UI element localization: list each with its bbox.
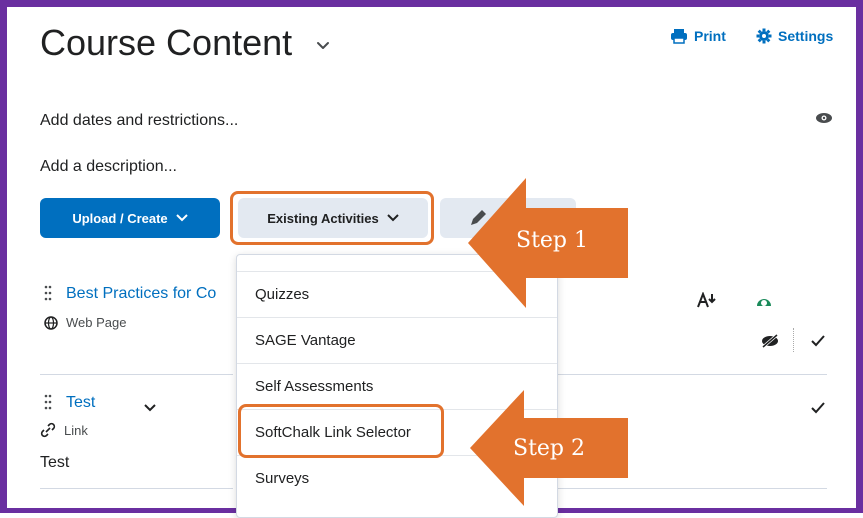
globe-icon <box>44 315 58 330</box>
content-item-title-1[interactable]: Best Practices for Co <box>66 285 216 303</box>
drag-handle-icon[interactable] <box>44 285 52 301</box>
gear-icon <box>756 28 772 44</box>
add-dates-link[interactable]: Add dates and restrictions... <box>40 112 238 130</box>
status-indicator-icon <box>757 299 771 306</box>
content-item-type-2: Link <box>40 422 88 438</box>
title-chevron-down-icon[interactable] <box>314 36 332 54</box>
add-description-link[interactable]: Add a description... <box>40 158 177 176</box>
content-item-title-2[interactable]: Test <box>66 394 95 412</box>
visibility-eye-icon[interactable] <box>815 112 833 124</box>
icon-divider <box>793 328 794 352</box>
text-size-icon[interactable] <box>697 292 717 308</box>
checkmark-icon[interactable] <box>811 335 825 347</box>
page-title: Course Content <box>40 22 293 63</box>
print-label: Print <box>694 28 726 44</box>
printer-icon <box>671 29 687 44</box>
print-link[interactable]: Print <box>670 28 726 44</box>
frame-top-border <box>0 0 863 7</box>
settings-label: Settings <box>778 28 834 44</box>
content-item-type-1: Web Page <box>44 315 126 330</box>
menu-item-sage-vantage[interactable]: SAGE Vantage <box>237 317 557 363</box>
divider <box>40 374 233 375</box>
upload-create-label: Upload / Create <box>72 210 168 226</box>
step2-highlight-box <box>238 404 444 458</box>
content-item-type-label-1: Web Page <box>66 315 127 330</box>
link-icon <box>40 422 56 438</box>
chevron-down-icon[interactable] <box>143 403 157 413</box>
settings-link[interactable]: Settings <box>756 28 833 44</box>
step2-label: Step 2 <box>513 436 586 461</box>
upload-create-button[interactable]: Upload / Create <box>40 198 220 238</box>
divider <box>556 374 827 375</box>
hidden-eye-icon[interactable] <box>760 334 780 348</box>
divider <box>40 488 233 489</box>
step1-highlight-box <box>230 191 434 245</box>
content-item-type-label-2: Link <box>64 422 88 438</box>
checkmark-icon[interactable] <box>811 402 825 414</box>
chevron-down-icon <box>175 214 188 222</box>
step1-label: Step 1 <box>516 228 589 253</box>
drag-handle-icon[interactable] <box>44 394 52 410</box>
content-item-description-2: Test <box>40 454 70 471</box>
